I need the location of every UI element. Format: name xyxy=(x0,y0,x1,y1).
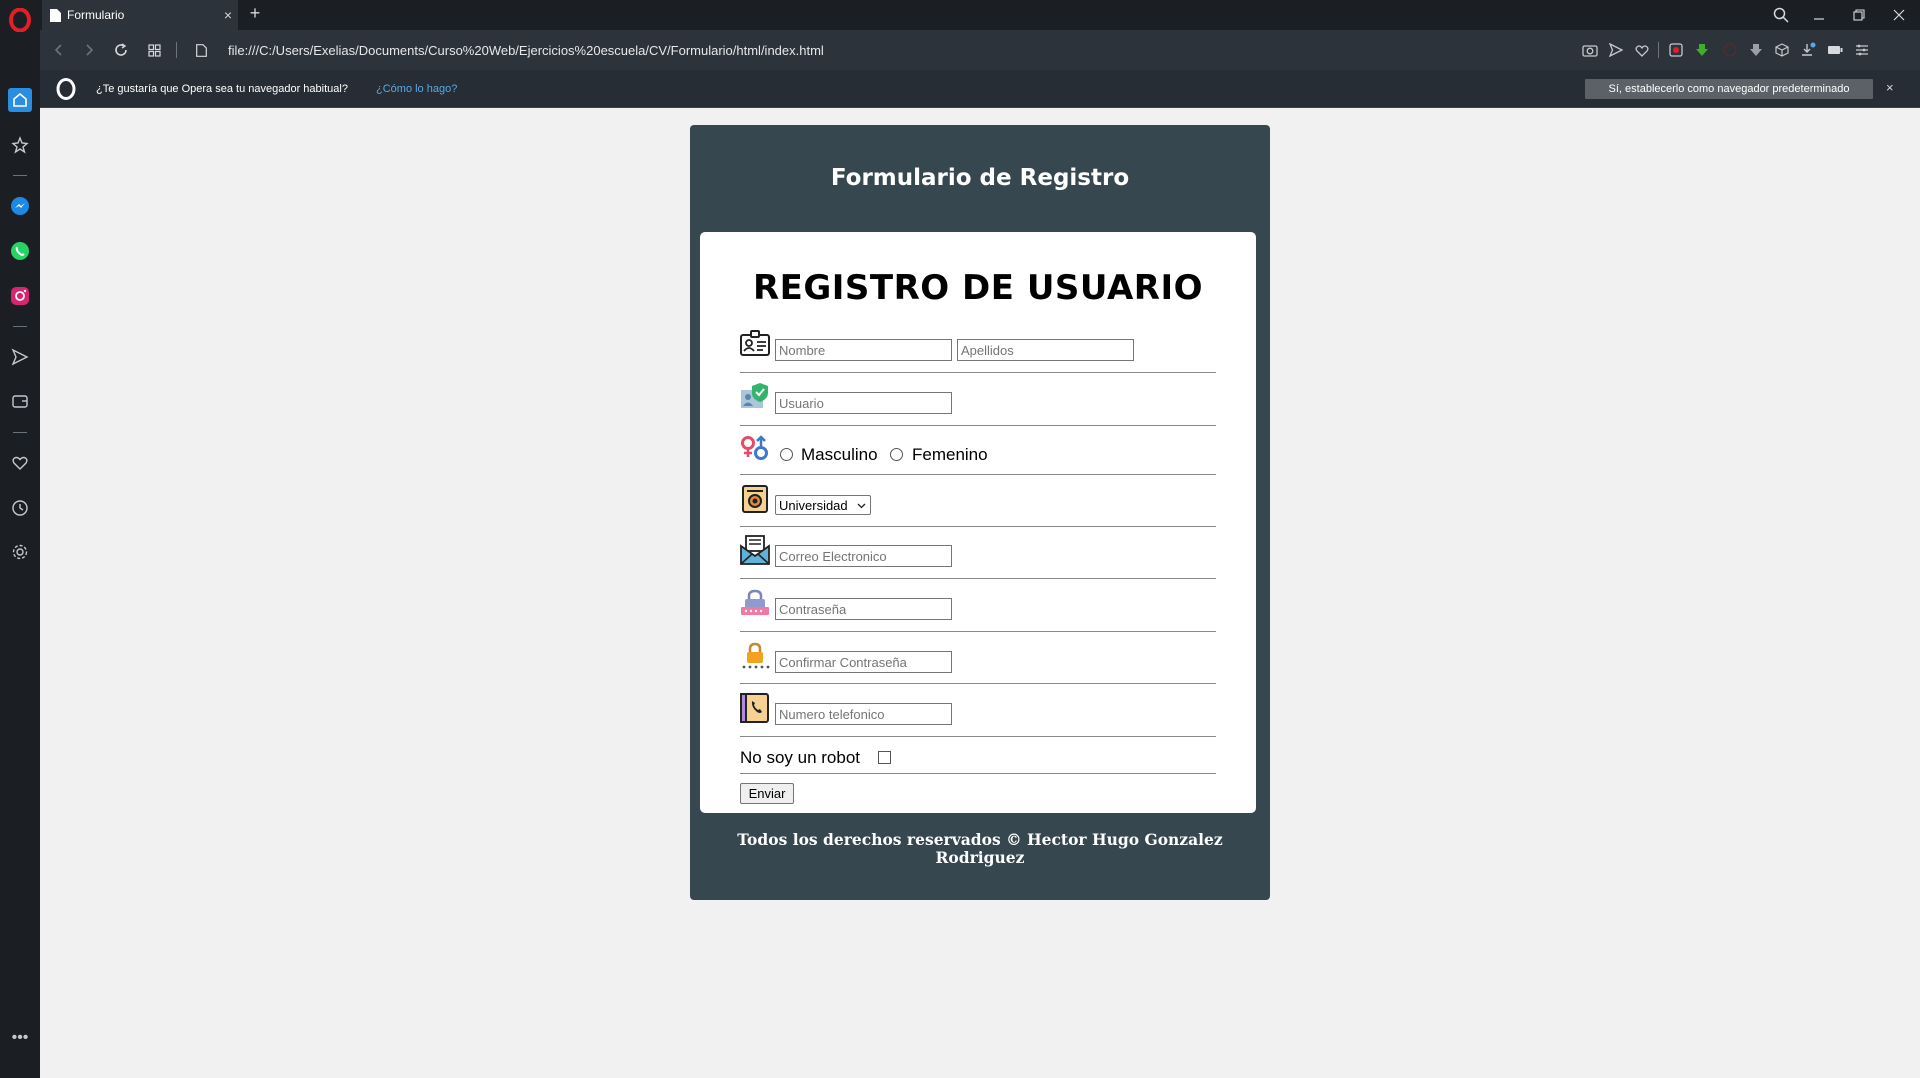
password-input[interactable] xyxy=(775,598,952,620)
address-bar: file:///C:/Users/Exelias/Documents/Curso… xyxy=(40,30,1920,70)
bookmarks-icon[interactable] xyxy=(8,133,32,157)
default-browser-infobar: ¿Te gustaría que Opera sea tu navegador … xyxy=(40,70,1920,108)
confirm-password-row xyxy=(740,641,1216,684)
femenino-label: Femenino xyxy=(912,445,988,464)
infobar-close-button[interactable]: × xyxy=(1886,80,1894,95)
sidebar-divider xyxy=(13,175,27,176)
address-divider xyxy=(176,42,177,58)
lock-confirm-icon xyxy=(742,642,770,669)
envelope-icon xyxy=(740,535,770,565)
sidebar-divider xyxy=(13,432,27,433)
snapshot-camera-icon[interactable] xyxy=(1580,40,1600,60)
usuario-row xyxy=(740,382,1216,426)
adblock-icon[interactable] xyxy=(1720,40,1740,60)
wallet-icon[interactable] xyxy=(8,389,32,413)
card-title: Formulario de Registro xyxy=(830,165,1130,191)
home-icon[interactable] xyxy=(8,88,32,112)
email-input[interactable] xyxy=(775,545,952,567)
email-row xyxy=(740,535,1216,579)
messenger-icon[interactable] xyxy=(8,194,32,218)
chevron-down-icon xyxy=(857,503,866,509)
confirm-password-input[interactable] xyxy=(775,651,952,673)
easy-setup-icon[interactable] xyxy=(1852,40,1872,60)
tab-formulario[interactable]: Formulario × xyxy=(42,0,238,30)
search-tabs-icon[interactable] xyxy=(1768,4,1794,26)
send-flow-icon[interactable] xyxy=(1606,40,1626,60)
send-icon[interactable] xyxy=(8,345,32,369)
masculino-radio[interactable] xyxy=(780,448,793,461)
gender-symbols-icon xyxy=(741,435,768,460)
set-default-browser-button[interactable]: Sí, establecerlo como navegador predeter… xyxy=(1585,79,1873,99)
robot-label: No soy un robot xyxy=(740,748,861,767)
id-card-icon xyxy=(740,330,770,356)
close-window-icon[interactable] xyxy=(1886,4,1912,26)
robot-checkbox[interactable] xyxy=(878,751,891,764)
phone-row xyxy=(740,693,1216,737)
footer-copyright: Todos los derechos reservados © Hector H… xyxy=(737,830,1223,867)
battery-icon[interactable] xyxy=(1825,40,1845,60)
universidad-row: Universidad xyxy=(740,484,1216,527)
restore-icon[interactable] xyxy=(1846,4,1872,26)
apellidos-input[interactable] xyxy=(957,339,1134,361)
nombre-input[interactable] xyxy=(775,339,952,361)
lock-password-icon xyxy=(741,589,769,615)
universidad-selected: Universidad xyxy=(779,497,848,513)
toolbar-divider xyxy=(1658,42,1659,58)
downloads-icon[interactable] xyxy=(1798,40,1818,60)
extension-shield-icon[interactable] xyxy=(1666,40,1686,60)
gender-row: Masculino Femenino xyxy=(740,435,1216,475)
phonebook-icon xyxy=(740,693,769,723)
diploma-icon xyxy=(742,485,768,513)
masculino-label: Masculino xyxy=(801,445,878,464)
more-options-icon[interactable]: ••• xyxy=(8,1026,32,1050)
settings-gear-icon[interactable] xyxy=(8,540,32,564)
cube-icon[interactable] xyxy=(1772,40,1792,60)
forward-icon[interactable] xyxy=(78,39,100,61)
url-field[interactable]: file:///C:/Users/Exelias/Documents/Curso… xyxy=(228,43,824,58)
tab-close-button[interactable]: × xyxy=(218,7,238,23)
name-row xyxy=(740,329,1216,373)
universidad-select[interactable]: Universidad xyxy=(775,495,871,515)
registration-form: REGISTRO DE USUARIO Nombre Apellidos Usu… xyxy=(700,232,1256,813)
sidebar-divider xyxy=(13,326,27,327)
bookmark-heart-icon[interactable] xyxy=(1632,40,1652,60)
infobar-message: ¿Te gustaría que Opera sea tu navegador … xyxy=(96,83,348,95)
download-arrow-icon[interactable] xyxy=(1746,40,1766,60)
history-icon[interactable] xyxy=(8,496,32,520)
robot-row: No soy un robot xyxy=(740,746,1216,774)
heart-icon[interactable] xyxy=(8,451,32,475)
password-row xyxy=(740,588,1216,632)
submit-button[interactable]: Enviar xyxy=(740,783,794,804)
registration-card: Formulario de Registro REGISTRO DE USUAR… xyxy=(690,125,1270,900)
opera-sidebar: ••• xyxy=(0,0,40,1078)
document-icon xyxy=(50,8,61,22)
tab-bar: Formulario × + xyxy=(40,0,1920,30)
reload-icon[interactable] xyxy=(110,39,132,61)
tab-title: Formulario xyxy=(67,8,125,22)
user-shield-icon xyxy=(741,383,768,408)
page-info-icon[interactable] xyxy=(190,39,212,61)
opera-logo-icon[interactable] xyxy=(9,8,31,32)
minimize-icon[interactable] xyxy=(1806,4,1832,26)
femenino-radio[interactable] xyxy=(890,448,903,461)
back-icon[interactable] xyxy=(48,39,70,61)
form-heading: REGISTRO DE USUARIO xyxy=(752,268,1204,308)
opera-logo-icon xyxy=(56,78,76,100)
usuario-input[interactable] xyxy=(775,392,952,414)
speed-dial-icon[interactable] xyxy=(143,39,165,61)
whatsapp-icon[interactable] xyxy=(8,239,32,263)
phone-input[interactable] xyxy=(775,703,952,725)
instagram-icon[interactable] xyxy=(8,284,32,308)
download-green-icon[interactable] xyxy=(1692,40,1712,60)
new-tab-button[interactable]: + xyxy=(244,3,266,24)
how-to-link[interactable]: ¿Cómo lo hago? xyxy=(376,83,457,95)
